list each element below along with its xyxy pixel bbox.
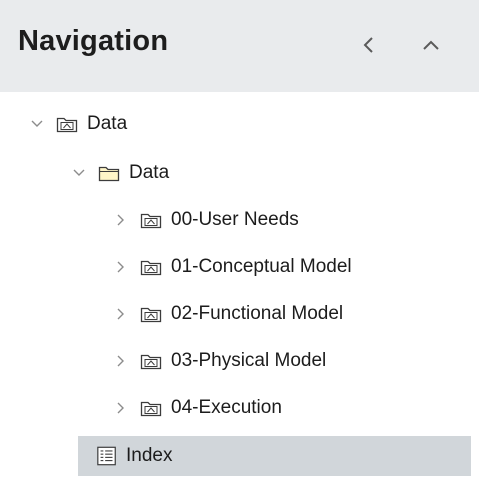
chevron-right-icon [117,308,124,320]
tree-node-user-needs[interactable]: 00-User Needs [0,200,479,240]
package-folder-icon [140,257,162,277]
tree-node-label: 00-User Needs [171,209,299,230]
collapse-up-button[interactable] [416,30,446,60]
tree-node-physical-model[interactable]: 03-Physical Model [0,341,479,381]
tree-node-label: Index [126,445,173,466]
tree-node-conceptual-model[interactable]: 01-Conceptual Model [0,247,479,287]
chevron-up-icon [423,40,439,50]
tree-node-label: Data [87,113,128,134]
panel-title: Navigation [18,25,169,57]
package-folder-icon [56,114,78,134]
tree-node-label: 01-Conceptual Model [171,256,352,277]
chevron-down-icon [73,169,85,176]
expand-toggle-icon[interactable] [114,401,128,415]
collapse-left-button[interactable] [354,30,384,60]
document-icon [96,446,118,466]
tree-node-index[interactable]: Index [78,436,471,476]
navigation-header: Navigation [0,0,479,92]
expand-toggle-icon[interactable] [114,354,128,368]
expand-toggle-icon[interactable] [114,260,128,274]
tree-node-root-data[interactable]: Data [0,104,479,144]
chevron-left-icon [363,37,373,53]
navigation-panel: Navigation Data Data 00-User Needs 01-Co… [0,0,479,481]
package-folder-icon [140,304,162,324]
chevron-right-icon [117,402,124,414]
expand-toggle-icon[interactable] [114,307,128,321]
tree-node-execution[interactable]: 04-Execution [0,388,479,428]
chevron-right-icon [117,214,124,226]
expand-toggle-icon[interactable] [30,117,44,131]
tree-node-data-folder[interactable]: Data [0,153,479,193]
tree-node-label: 04-Execution [171,397,282,418]
tree-node-label: Data [129,162,170,183]
expand-toggle-icon[interactable] [114,213,128,227]
chevron-right-icon [117,355,124,367]
expand-toggle-icon[interactable] [72,166,86,180]
tree-node-functional-model[interactable]: 02-Functional Model [0,294,479,334]
tree-node-label: 03-Physical Model [171,350,327,371]
package-folder-icon [140,398,162,418]
package-folder-icon [140,351,162,371]
package-folder-icon [140,210,162,230]
chevron-right-icon [117,261,124,273]
folder-icon [98,163,120,183]
tree-node-label: 02-Functional Model [171,303,344,324]
chevron-down-icon [31,120,43,127]
